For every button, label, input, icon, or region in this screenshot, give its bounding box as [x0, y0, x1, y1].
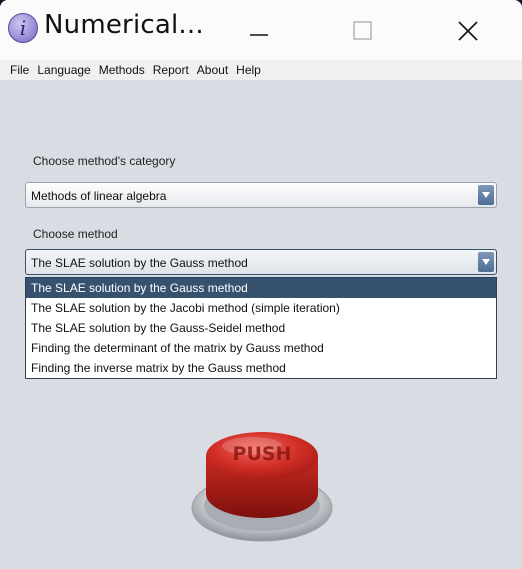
window-title: Numerical... [44, 10, 204, 40]
list-item[interactable]: The SLAE solution by the Gauss method [26, 278, 496, 298]
close-icon [458, 21, 478, 41]
push-button[interactable]: PUSH [188, 420, 336, 545]
minimize-icon [250, 34, 268, 36]
method-select[interactable]: The SLAE solution by the Gauss method [25, 249, 497, 275]
menu-help[interactable]: Help [236, 63, 261, 77]
category-select-value: Methods of linear algebra [31, 189, 167, 203]
maximize-button[interactable] [340, 14, 386, 48]
category-label: Choose method's category [33, 154, 176, 168]
push-button-label: PUSH [233, 443, 292, 465]
chevron-down-icon[interactable] [478, 252, 494, 272]
list-item[interactable]: The SLAE solution by the Jacobi method (… [26, 298, 496, 318]
menu-about[interactable]: About [197, 63, 228, 77]
list-item[interactable]: The SLAE solution by the Gauss-Seidel me… [26, 318, 496, 338]
method-select-value: The SLAE solution by the Gauss method [31, 256, 248, 270]
category-select[interactable]: Methods of linear algebra [25, 182, 497, 208]
minimize-button[interactable] [236, 14, 282, 48]
method-dropdown-list: The SLAE solution by the Gauss method Th… [25, 277, 497, 379]
menu-file[interactable]: File [10, 63, 29, 77]
title-bar: i Numerical... [0, 0, 522, 60]
maximize-icon [353, 21, 372, 40]
list-item[interactable]: Finding the determinant of the matrix by… [26, 338, 496, 358]
list-item[interactable]: Finding the inverse matrix by the Gauss … [26, 358, 496, 378]
menu-bar: File Language Methods Report About Help [0, 60, 522, 80]
menu-language[interactable]: Language [37, 63, 90, 77]
method-label: Choose method [33, 227, 118, 241]
app-window: i Numerical... File Language Methods Rep… [0, 0, 522, 569]
menu-methods[interactable]: Methods [99, 63, 145, 77]
close-button[interactable] [445, 14, 491, 48]
menu-report[interactable]: Report [153, 63, 189, 77]
chevron-down-icon[interactable] [478, 185, 494, 205]
info-icon: i [8, 13, 38, 43]
